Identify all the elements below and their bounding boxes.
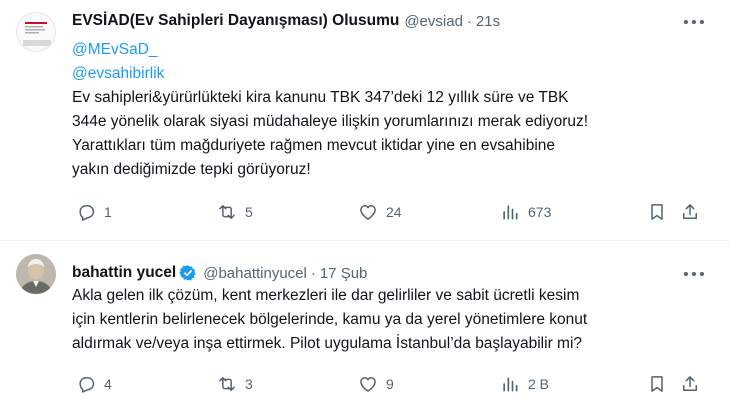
retweet-icon [219, 377, 235, 391]
mention-link[interactable]: @MEvSaD_ [72, 38, 712, 62]
reply-icon [79, 205, 95, 221]
display-name[interactable]: EVSİAD(Ev Sahipleri Dayanışması) Olusumu [72, 12, 399, 30]
views-count: 673 [528, 204, 552, 220]
share-button[interactable] [680, 200, 700, 224]
share-icon [683, 204, 697, 219]
bookmark-button[interactable] [647, 200, 667, 224]
tweet-text: @MEvSaD_ @evsahibirlik Ev sahipleri&yürü… [72, 38, 712, 182]
tweet-text: Akla gelen ilk çözüm, kent merkezleri il… [72, 284, 712, 356]
reply-count: 1 [104, 204, 112, 220]
share-button[interactable] [680, 372, 700, 396]
reply-count: 4 [104, 376, 112, 392]
avatar-photo-image [16, 254, 56, 294]
more-icon[interactable] [682, 12, 706, 32]
tweet-text-line: Yarattıkları tüm mağduriyete rağmen mevc… [72, 137, 556, 154]
reply-button[interactable]: 1 [76, 200, 112, 224]
retweet-icon [219, 205, 235, 219]
tweet-header: bahattin yucel @bahattinyucel · 17 Şub [72, 262, 367, 284]
retweet-button[interactable]: 5 [217, 200, 253, 224]
retweet-count: 5 [245, 204, 253, 220]
mention-link[interactable]: @evsahibirlik [72, 62, 712, 86]
verified-badge-icon[interactable] [179, 264, 197, 282]
like-button[interactable]: 9 [358, 372, 394, 396]
tweet-header: EVSİAD(Ev Sahipleri Dayanışması) Olusumu… [72, 10, 500, 32]
views-icon [503, 377, 518, 392]
like-icon [360, 205, 376, 220]
retweet-count: 3 [245, 376, 253, 392]
avatar-logo-image [17, 13, 55, 51]
tweet[interactable]: EVSİAD(Ev Sahipleri Dayanışması) Olusumu… [0, 0, 730, 240]
like-count: 9 [386, 376, 394, 392]
views-count: 2 B [528, 376, 550, 392]
separator-dot: · [466, 12, 472, 30]
tweet-text-line: için kentlerin belirlenecek bölgelerinde… [72, 311, 588, 328]
share-icon [683, 376, 697, 391]
views-button[interactable]: 673 [500, 200, 551, 224]
like-icon [360, 377, 376, 392]
retweet-button[interactable]: 3 [217, 372, 253, 396]
user-handle[interactable]: @evsiad [404, 13, 463, 30]
separator-dot: · [310, 264, 316, 282]
views-button[interactable]: 2 B [500, 372, 549, 396]
views-icon [503, 205, 518, 220]
timestamp[interactable]: 17 Şub [320, 265, 368, 282]
tweet-text-line: 344e yönelik olarak siyasi müdahaleye il… [72, 113, 589, 130]
like-count: 24 [386, 204, 402, 220]
tweet-actions: 1 5 24 673 [72, 200, 712, 224]
avatar[interactable] [16, 254, 56, 294]
bookmark-button[interactable] [647, 372, 667, 396]
reply-button[interactable]: 4 [76, 372, 112, 396]
tweet-text-line: yakın dediğimizde tepki görüyoruz! [72, 161, 311, 178]
bookmark-icon [651, 204, 663, 220]
tweet-text-line: Ev sahipleri&yürürlükteki kira kanunu TB… [72, 89, 569, 106]
like-button[interactable]: 24 [358, 200, 402, 224]
display-name[interactable]: bahattin yucel [72, 264, 176, 282]
tweet[interactable]: bahattin yucel @bahattinyucel · 17 Şub A… [0, 241, 730, 420]
avatar[interactable] [16, 12, 56, 52]
user-handle[interactable]: @bahattinyucel [203, 265, 307, 282]
reply-icon [79, 377, 95, 393]
tweet-text-line: aldırmak ve/veya inşa ettirmek. Pilot uy… [72, 335, 583, 352]
more-icon[interactable] [682, 264, 706, 284]
timestamp[interactable]: 21s [476, 13, 500, 30]
tweet-text-line: Akla gelen ilk çözüm, kent merkezleri il… [72, 287, 580, 304]
tweet-actions: 4 3 9 2 B [72, 372, 712, 396]
bookmark-icon [651, 376, 663, 392]
